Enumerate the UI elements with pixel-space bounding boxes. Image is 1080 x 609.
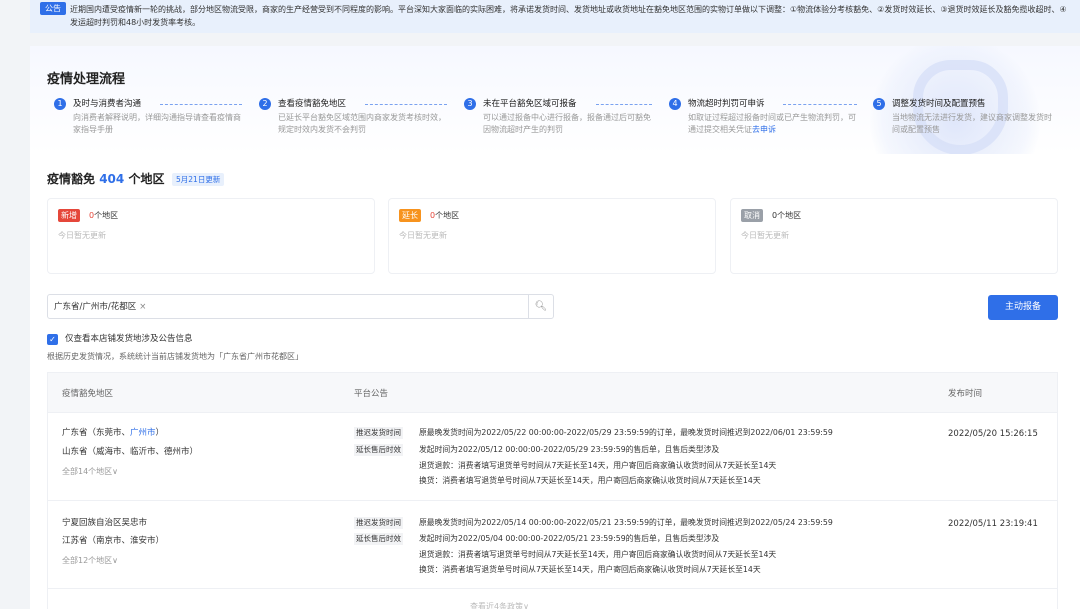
step-desc: 已延长平台豁免区域范围内商家发货考核时效，规定时效内发货不会判罚 (278, 113, 446, 134)
publish-date: 2022/05/11 23:19:41 (948, 519, 1038, 529)
exempt-title: 疫情豁免 404 个地区 (47, 172, 165, 186)
step-number: 1 (54, 98, 66, 110)
announcement-text: 退货退款：消费者填写退货单号时间从7天延长至14天，用户寄回后商家确认收货时间从… (419, 461, 777, 470)
card-tag: 取消 (741, 209, 763, 222)
region-search-input[interactable]: 广东省/广州市/花都区 × 🔍︎ (47, 294, 554, 319)
step-desc: 当地物流无法进行发货，建议商家调整发货时间或配置预售 (892, 113, 1052, 134)
card-note: 今日暂无更新 (58, 231, 106, 240)
ship-location-note: 根据历史发货情况，系统统计当前店铺发货地为「广东省广州市花都区」 (47, 352, 303, 361)
card-tag: 新增 (58, 209, 80, 222)
step-desc: 向消费者解释说明，详细沟通指导请查看疫情商家指导手册 (73, 113, 241, 134)
announcement-tag: 推迟发货时间 (354, 517, 403, 529)
expand-regions-link[interactable]: 全部14个地区∨ (62, 466, 118, 477)
step-title: 未在平台豁免区域可报备 (483, 99, 577, 109)
step-title: 及时与消费者沟通 (73, 99, 142, 109)
main-panel: 疫情处理流程 1 及时与消费者沟通 向消费者解释说明，详细沟通指导请查看疫情商家… (30, 46, 1080, 609)
region-chip: 广东省/广州市/花都区 × (54, 302, 147, 312)
announcement-text: 原最晚发货时间为2022/05/22 00:00:00-2022/05/29 2… (419, 428, 833, 437)
card-note: 今日暂无更新 (399, 231, 447, 240)
card-note: 今日暂无更新 (741, 231, 789, 240)
notice-text: 近期国内遭受疫情新一轮的挑战，部分地区物流受限，商家的生产经营受到不同程度的影响… (70, 5, 1067, 27)
update-badge: 5月21日更新 (172, 173, 225, 186)
appeal-link[interactable]: 去申诉 (752, 125, 776, 134)
region-line: 广东省（东莞市、广州市） (62, 428, 165, 438)
card-tag: 延长 (399, 209, 421, 222)
announcement-tag: 延长售后时效 (354, 533, 403, 545)
region-line: 山东省（威海市、临沂市、德州市） (62, 447, 199, 457)
announcement-text: 换货：消费者填写退货单号时间从7天延长至14天，用户寄回后商家确认收货时间从7天… (419, 476, 761, 485)
step-number: 4 (669, 98, 681, 110)
step-desc: 如取证过程超过报备时间或已产生物流判罚，可通过提交相关凭证去申诉 (688, 113, 856, 134)
table-row: 宁夏回族自治区吴忠市 江苏省（南京市、淮安市） 全部12个地区∨ 推迟发货时间 … (48, 501, 1057, 589)
announcement-tag: 延长售后时效 (354, 444, 403, 456)
notice-badge: 公告 (40, 2, 66, 15)
announcement-text: 发起时间为2022/05/04 00:00:00-2022/05/21 23:5… (419, 534, 720, 543)
report-button[interactable]: 主动报备 (988, 295, 1058, 320)
search-icon[interactable]: 🔍︎ (528, 295, 553, 318)
view-more-policies-link[interactable]: 查看近4条政策∨ (470, 601, 529, 609)
summary-card-extend: 延长 0个地区 今日暂无更新 (388, 198, 716, 274)
announcement-text: 发起时间为2022/05/12 00:00:00-2022/05/29 23:5… (419, 445, 720, 454)
summary-card-cancel: 取消 0个地区 今日暂无更新 (730, 198, 1058, 274)
region-line: 宁夏回族自治区吴忠市 (62, 518, 148, 528)
process-title: 疫情处理流程 (47, 72, 126, 87)
region-line: 江苏省（南京市、淮安市） (62, 536, 165, 546)
summary-card-new: 新增 0个地区 今日暂无更新 (47, 198, 375, 274)
step-number: 3 (464, 98, 476, 110)
checkbox-label: 仅查看本店铺发货地涉及公告信息 (65, 334, 193, 344)
col-announcement: 平台公告 (354, 389, 389, 399)
step-connector (596, 104, 652, 105)
announcement-text: 原最晚发货时间为2022/05/14 00:00:00-2022/05/21 2… (419, 518, 833, 527)
card-count: 0个地区 (430, 211, 460, 220)
step-number: 2 (259, 98, 271, 110)
step-title: 调整发货时间及配置预售 (892, 99, 986, 109)
col-region: 疫情豁免地区 (62, 389, 114, 399)
step-title: 物流超时判罚可申诉 (688, 99, 765, 109)
card-count: 0个地区 (89, 211, 119, 220)
table-header: 疫情豁免地区 平台公告 发布时间 (48, 373, 1057, 413)
step-desc: 可以通过报备中心进行报备，报备通过后可豁免因物流超时产生的判罚 (483, 113, 651, 134)
step-connector (160, 104, 242, 105)
publish-date: 2022/05/20 15:26:15 (948, 429, 1038, 439)
announcement-tag: 推迟发货时间 (354, 427, 403, 439)
announcement-table: 疫情豁免地区 平台公告 发布时间 广东省（东莞市、广州市） 山东省（威海市、临沂… (47, 372, 1058, 609)
step-number: 5 (873, 98, 885, 110)
exempt-count: 404 (99, 172, 125, 186)
announcement-text: 退货退款：消费者填写退货单号时间从7天延长至14天，用户寄回后商家确认收货时间从… (419, 550, 777, 559)
step-connector (783, 104, 857, 105)
expand-regions-link[interactable]: 全部12个地区∨ (62, 555, 118, 566)
notice-bar: 公告 近期国内遭受疫情新一轮的挑战，部分地区物流受限，商家的生产经营受到不同程度… (30, 0, 1080, 33)
chip-close-icon[interactable]: × (139, 302, 146, 312)
step-connector (365, 104, 447, 105)
announcement-text: 换货：消费者填写退货单号时间从7天延长至14天，用户寄回后商家确认收货时间从7天… (419, 565, 761, 574)
col-date: 发布时间 (948, 389, 983, 399)
step-title: 查看疫情豁免地区 (278, 99, 347, 109)
card-count: 0个地区 (772, 211, 802, 220)
store-only-checkbox[interactable]: ✓ (47, 334, 58, 345)
table-row: 广东省（东莞市、广州市） 山东省（威海市、临沂市、德州市） 全部14个地区∨ 推… (48, 413, 1057, 501)
